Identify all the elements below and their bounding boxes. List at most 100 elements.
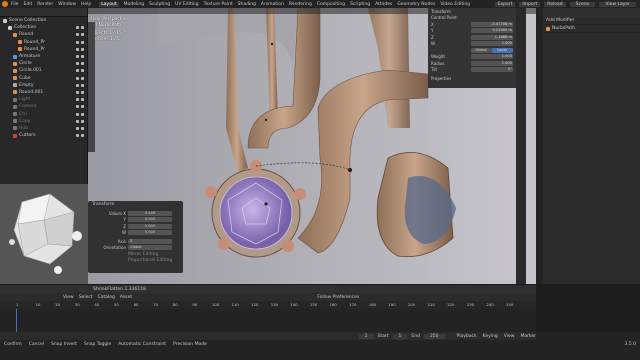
- tab-shading[interactable]: Shading: [238, 2, 256, 7]
- outliner-row[interactable]: Round_Pr: [0, 39, 87, 46]
- axis-dropdown[interactable]: Z: [128, 238, 172, 244]
- eye-icon[interactable]: [76, 62, 79, 66]
- tab-geometry-nodes[interactable]: Geometry Nodes: [397, 2, 435, 7]
- export-button[interactable]: Export: [494, 1, 516, 7]
- eye-icon[interactable]: [76, 40, 79, 44]
- mirror-editing-checkbox[interactable]: Mirror Editing: [128, 252, 158, 257]
- toolbar[interactable]: [88, 22, 95, 152]
- menu-window[interactable]: Window: [58, 2, 76, 7]
- camera-icon[interactable]: [81, 126, 84, 130]
- camera-icon[interactable]: [81, 98, 84, 102]
- scene-selector[interactable]: Scene: [569, 1, 596, 7]
- current-frame[interactable]: 1: [358, 333, 374, 339]
- tab-animation[interactable]: Animation: [261, 2, 284, 7]
- camera-icon[interactable]: [81, 62, 84, 66]
- outliner-row[interactable]: Cutters: [0, 132, 87, 139]
- outliner-row[interactable]: Circle.001: [0, 67, 87, 74]
- timeline-menu-select[interactable]: Select: [79, 295, 93, 300]
- menu-file[interactable]: File: [11, 2, 19, 7]
- camera-icon[interactable]: [81, 55, 84, 59]
- eye-icon[interactable]: [76, 69, 79, 73]
- eye-icon[interactable]: [76, 90, 79, 94]
- blender-logo-icon[interactable]: [2, 1, 8, 7]
- outliner-row[interactable]: Copy: [0, 118, 87, 125]
- control-point-w-field[interactable]: 1.000: [471, 41, 513, 47]
- transform-value-field[interactable]: 0.000: [128, 223, 172, 229]
- menu-render[interactable]: Render: [37, 2, 53, 7]
- tab-rendering[interactable]: Rendering: [289, 2, 312, 7]
- eye-icon[interactable]: [76, 105, 79, 109]
- radius-field[interactable]: 1.000: [471, 60, 513, 66]
- control-point-z-field[interactable]: 1.1688 m: [471, 34, 513, 40]
- outliner-row[interactable]: Round_Pr: [0, 46, 87, 53]
- local-toggle[interactable]: Local: [492, 47, 513, 53]
- playback-menu-playback[interactable]: Playback: [457, 334, 477, 339]
- sidebar-tabs[interactable]: [516, 8, 526, 284]
- global-toggle[interactable]: Global: [471, 47, 492, 53]
- playhead[interactable]: [16, 309, 17, 333]
- add-modifier-button[interactable]: Add Modifier: [543, 17, 640, 25]
- eye-icon[interactable]: [76, 112, 79, 116]
- eye-icon[interactable]: [76, 55, 79, 59]
- control-point-y-field[interactable]: 0.21905 m: [471, 28, 513, 34]
- outliner-row[interactable]: Cube: [0, 75, 87, 82]
- outliner-row[interactable]: Hub: [0, 125, 87, 132]
- outliner-row[interactable]: Scene Collection: [0, 17, 87, 24]
- camera-icon[interactable]: [81, 26, 84, 30]
- camera-icon[interactable]: [81, 47, 84, 51]
- properties-header[interactable]: Properties: [431, 76, 451, 81]
- outliner-row[interactable]: Armature: [0, 53, 87, 60]
- playback-menu-view[interactable]: View: [504, 334, 515, 339]
- eye-icon[interactable]: [76, 134, 79, 138]
- tab-uv-editing[interactable]: UV Editing: [175, 2, 198, 7]
- camera-icon[interactable]: [81, 90, 84, 94]
- eye-icon[interactable]: [76, 76, 79, 80]
- tab-texture-paint[interactable]: Texture Paint: [204, 2, 233, 7]
- eye-icon[interactable]: [76, 26, 79, 30]
- outliner-row[interactable]: Light: [0, 96, 87, 103]
- eye-icon[interactable]: [76, 126, 79, 130]
- camera-icon[interactable]: [81, 105, 84, 109]
- eye-icon[interactable]: [76, 98, 79, 102]
- tab-sculpting[interactable]: Sculpting: [149, 2, 170, 7]
- camera-icon[interactable]: [81, 134, 84, 138]
- outliner-row[interactable]: Round.001: [0, 89, 87, 96]
- camera-icon[interactable]: [81, 112, 84, 116]
- eye-icon[interactable]: [76, 119, 79, 123]
- follow-preferences[interactable]: Follow Preferences: [317, 295, 359, 300]
- tab-layout[interactable]: Layout: [99, 1, 119, 7]
- tab-attodes[interactable]: Attodes: [375, 2, 392, 7]
- timeline-menu-view[interactable]: View: [63, 295, 74, 300]
- end-frame[interactable]: 250: [423, 333, 445, 339]
- camera-icon[interactable]: [81, 76, 84, 80]
- tilt-field[interactable]: 0°: [471, 67, 513, 73]
- eye-icon[interactable]: [76, 47, 79, 51]
- transform-value-field[interactable]: 0.000: [128, 217, 172, 223]
- transform-value-field[interactable]: 0.000: [128, 230, 172, 236]
- outliner-row[interactable]: Round: [0, 31, 87, 38]
- camera-icon[interactable]: [81, 40, 84, 44]
- transform-value-field[interactable]: 0.446: [128, 210, 172, 216]
- import-button[interactable]: Import: [519, 1, 541, 7]
- timeline-menu-catalog[interactable]: Catalog: [98, 295, 115, 300]
- outliner-row[interactable]: Camera: [0, 103, 87, 110]
- transform-panel-title[interactable]: Transform: [92, 202, 114, 207]
- outliner-row[interactable]: Collection: [0, 24, 87, 31]
- properties-tabs[interactable]: [536, 8, 543, 284]
- proportional-editing-checkbox[interactable]: Proportional Editing: [128, 258, 172, 263]
- weight-field[interactable]: 1.000: [471, 54, 513, 60]
- camera-icon[interactable]: [81, 83, 84, 87]
- camera-icon[interactable]: [81, 33, 84, 37]
- eye-icon[interactable]: [76, 33, 79, 37]
- playback-menu-keying[interactable]: Keying: [483, 334, 498, 339]
- tab-video-editing[interactable]: Video Editing: [440, 2, 470, 7]
- outliner-row[interactable]: Ctrl: [0, 110, 87, 117]
- view-layer-selector[interactable]: View Layer: [599, 1, 636, 7]
- tab-scripting[interactable]: Scripting: [350, 2, 370, 7]
- control-point-x-field[interactable]: -0.47708 m: [471, 21, 513, 27]
- start-frame[interactable]: 1: [392, 333, 408, 339]
- frame-ruler[interactable]: 1 10 20 30 40 50 60 70 80 90 100 110 120 130 140 150 160…: [0, 301, 536, 309]
- playback-menu-marker[interactable]: Marker: [520, 334, 536, 339]
- menu-edit[interactable]: Edit: [24, 2, 33, 7]
- camera-icon[interactable]: [81, 69, 84, 73]
